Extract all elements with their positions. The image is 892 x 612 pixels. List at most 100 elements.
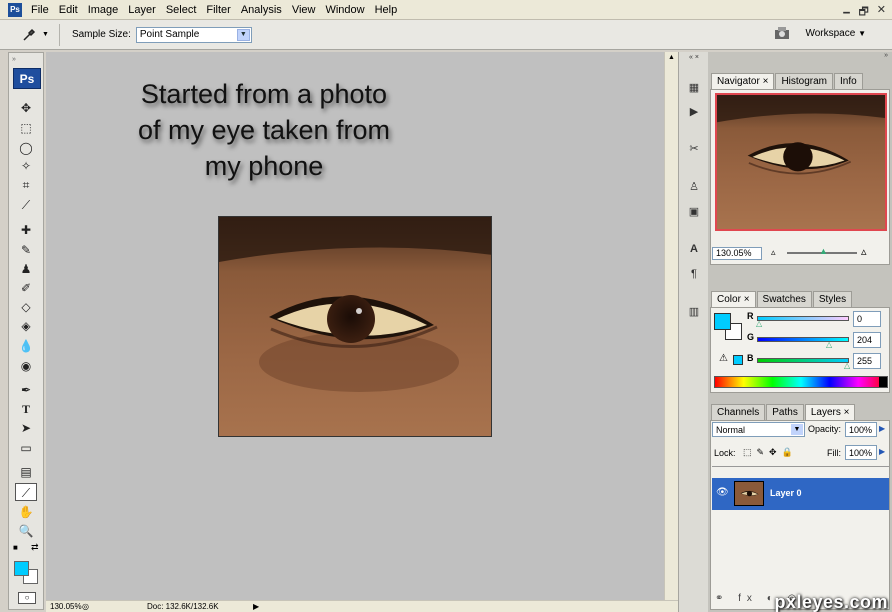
close-tab-icon[interactable]: × bbox=[844, 407, 850, 418]
character-icon[interactable]: A bbox=[683, 239, 705, 259]
dodge-tool-icon[interactable]: ◉ bbox=[15, 357, 37, 375]
foreground-color-swatch[interactable] bbox=[14, 561, 29, 576]
tab-swatches[interactable]: Swatches bbox=[756, 291, 812, 307]
green-slider[interactable] bbox=[757, 337, 849, 342]
status-menu-icon[interactable]: ▶ bbox=[253, 602, 259, 611]
layer-comps-icon[interactable]: ▣ bbox=[683, 202, 705, 222]
menu-help[interactable]: Help bbox=[370, 0, 403, 20]
color-fg-swatch[interactable] bbox=[714, 313, 731, 330]
menu-filter[interactable]: Filter bbox=[201, 0, 235, 20]
paragraph-icon[interactable]: ¶ bbox=[683, 264, 705, 284]
healing-brush-tool-icon[interactable]: ✚ bbox=[15, 221, 37, 239]
crop-tool-icon[interactable]: ⌗ bbox=[15, 176, 37, 194]
quick-mask-icon[interactable]: ○ bbox=[18, 592, 36, 604]
zoom-out-icon[interactable]: ▵ bbox=[771, 247, 776, 258]
tab-navigator[interactable]: Navigator × bbox=[711, 73, 775, 89]
info-panel-icon[interactable]: ▥ bbox=[683, 302, 705, 322]
layer-row[interactable]: 👁 Layer 0 bbox=[712, 478, 889, 510]
slice-tool-icon[interactable]: ⟋ bbox=[15, 196, 37, 214]
zoom-tool-icon[interactable]: 🔍 bbox=[15, 522, 37, 540]
tab-color[interactable]: Color × bbox=[711, 291, 756, 307]
menu-window[interactable]: Window bbox=[320, 0, 369, 20]
lock-icons[interactable]: ⬚✎✥🔒 bbox=[743, 447, 798, 458]
out-of-gamut-icon[interactable]: ⚠ bbox=[719, 353, 728, 364]
menu-layer[interactable]: Layer bbox=[123, 0, 161, 20]
caption-line: my phone bbox=[204, 151, 324, 181]
fill-field[interactable]: 100% bbox=[845, 445, 877, 460]
grip-icon[interactable]: « × bbox=[683, 52, 705, 64]
file-browser-icon[interactable] bbox=[773, 25, 793, 41]
menu-edit[interactable]: Edit bbox=[54, 0, 83, 20]
move-tool-icon[interactable]: ✥ bbox=[15, 99, 37, 117]
gamut-swatch[interactable] bbox=[733, 355, 743, 365]
lasso-tool-icon[interactable]: ◯ bbox=[15, 139, 37, 157]
tab-styles[interactable]: Styles bbox=[812, 291, 853, 307]
paint-bucket-tool-icon[interactable]: ◈ bbox=[15, 317, 37, 335]
blur-tool-icon[interactable]: 💧 bbox=[15, 337, 37, 355]
magic-wand-tool-icon[interactable]: ✧ bbox=[15, 157, 37, 175]
clone-stamp-tool-icon[interactable]: ♟ bbox=[15, 260, 37, 278]
close-tab-icon[interactable]: × bbox=[763, 76, 769, 87]
type-tool-icon[interactable]: T bbox=[15, 400, 37, 418]
red-field[interactable]: 0 bbox=[853, 311, 881, 327]
slider-thumb-icon[interactable]: △ bbox=[826, 340, 832, 349]
ramp-black[interactable] bbox=[879, 377, 887, 387]
tab-paths[interactable]: Paths bbox=[766, 404, 804, 420]
menu-view[interactable]: View bbox=[287, 0, 321, 20]
clone-source-icon[interactable]: ♙ bbox=[683, 177, 705, 197]
grip-icon[interactable]: » bbox=[12, 56, 16, 63]
green-field[interactable]: 204 bbox=[853, 332, 881, 348]
tab-channels[interactable]: Channels bbox=[711, 404, 766, 420]
fill-arrow-icon[interactable]: ▶ bbox=[879, 447, 885, 456]
slider-thumb-icon[interactable]: ▲ bbox=[819, 246, 828, 256]
eyedropper-tool-icon[interactable]: ⟋ bbox=[15, 483, 37, 501]
menu-analysis[interactable]: Analysis bbox=[236, 0, 287, 20]
close-tab-icon[interactable]: × bbox=[744, 294, 750, 305]
navigator-preview[interactable] bbox=[715, 93, 887, 231]
history-brush-tool-icon[interactable]: ✐ bbox=[15, 279, 37, 297]
eyedropper-icon bbox=[23, 28, 36, 41]
layer-name[interactable]: Layer 0 bbox=[770, 488, 802, 498]
opacity-arrow-icon[interactable]: ▶ bbox=[879, 424, 885, 433]
default-colors-icon[interactable]: ■ bbox=[13, 543, 18, 552]
tab-layers[interactable]: Layers × bbox=[804, 404, 856, 420]
menu-file[interactable]: File bbox=[26, 0, 54, 20]
canvas-caption: Started from a photo of my eye taken fro… bbox=[94, 76, 434, 184]
tool-preset-picker[interactable]: ▼ bbox=[0, 23, 60, 46]
marquee-tool-icon[interactable]: ⬚ bbox=[15, 119, 37, 137]
slider-thumb-icon[interactable]: △ bbox=[844, 361, 850, 370]
menu-image[interactable]: Image bbox=[83, 0, 124, 20]
hand-tool-icon[interactable]: ✋ bbox=[15, 503, 37, 521]
tool-presets-icon[interactable]: ▦ bbox=[683, 78, 705, 98]
layers-panel: Normal ▼ Opacity: 100% ▶ Lock: ⬚✎✥🔒 Fill… bbox=[710, 420, 890, 610]
blue-field[interactable]: 255 bbox=[853, 353, 881, 369]
opacity-field[interactable]: 100% bbox=[845, 422, 877, 437]
sample-size-select[interactable]: Point Sample ▼ bbox=[135, 26, 252, 43]
scroll-up-icon[interactable]: ▲ bbox=[665, 54, 678, 61]
zoom-readout[interactable]: 130.05% bbox=[46, 602, 82, 611]
workspace-button[interactable]: Workspace ▼ bbox=[805, 28, 866, 39]
blue-slider[interactable] bbox=[757, 358, 849, 363]
brush-tool-icon[interactable]: ✎ bbox=[15, 241, 37, 259]
navigator-zoom-field[interactable]: 130.05% bbox=[712, 247, 762, 260]
zoom-in-icon[interactable]: ▵ bbox=[861, 245, 867, 258]
document-canvas[interactable]: Started from a photo of my eye taken fro… bbox=[46, 52, 664, 600]
swap-colors-icon[interactable]: ⇄ bbox=[31, 542, 39, 553]
menu-select[interactable]: Select bbox=[161, 0, 202, 20]
sample-size-value: Point Sample bbox=[139, 29, 200, 40]
pen-tool-icon[interactable]: ✒ bbox=[15, 381, 37, 399]
blend-mode-select[interactable]: Normal ▼ bbox=[712, 422, 805, 437]
brushes-icon[interactable]: ✂ bbox=[683, 139, 705, 159]
red-slider[interactable] bbox=[757, 316, 849, 321]
color-ramp[interactable] bbox=[714, 376, 888, 388]
eye-visibility-icon[interactable]: 👁 bbox=[716, 487, 729, 498]
eraser-tool-icon[interactable]: ◇ bbox=[15, 298, 37, 316]
vertical-scrollbar[interactable]: ▲ bbox=[664, 52, 678, 600]
notes-tool-icon[interactable]: ▤ bbox=[15, 463, 37, 481]
shape-tool-icon[interactable]: ▭ bbox=[15, 439, 37, 457]
tab-info[interactable]: Info bbox=[834, 73, 863, 89]
slider-thumb-icon[interactable]: △ bbox=[756, 319, 762, 328]
tab-histogram[interactable]: Histogram bbox=[775, 73, 834, 89]
path-selection-tool-icon[interactable]: ➤ bbox=[15, 419, 37, 437]
actions-icon[interactable]: ▶ bbox=[683, 102, 705, 122]
